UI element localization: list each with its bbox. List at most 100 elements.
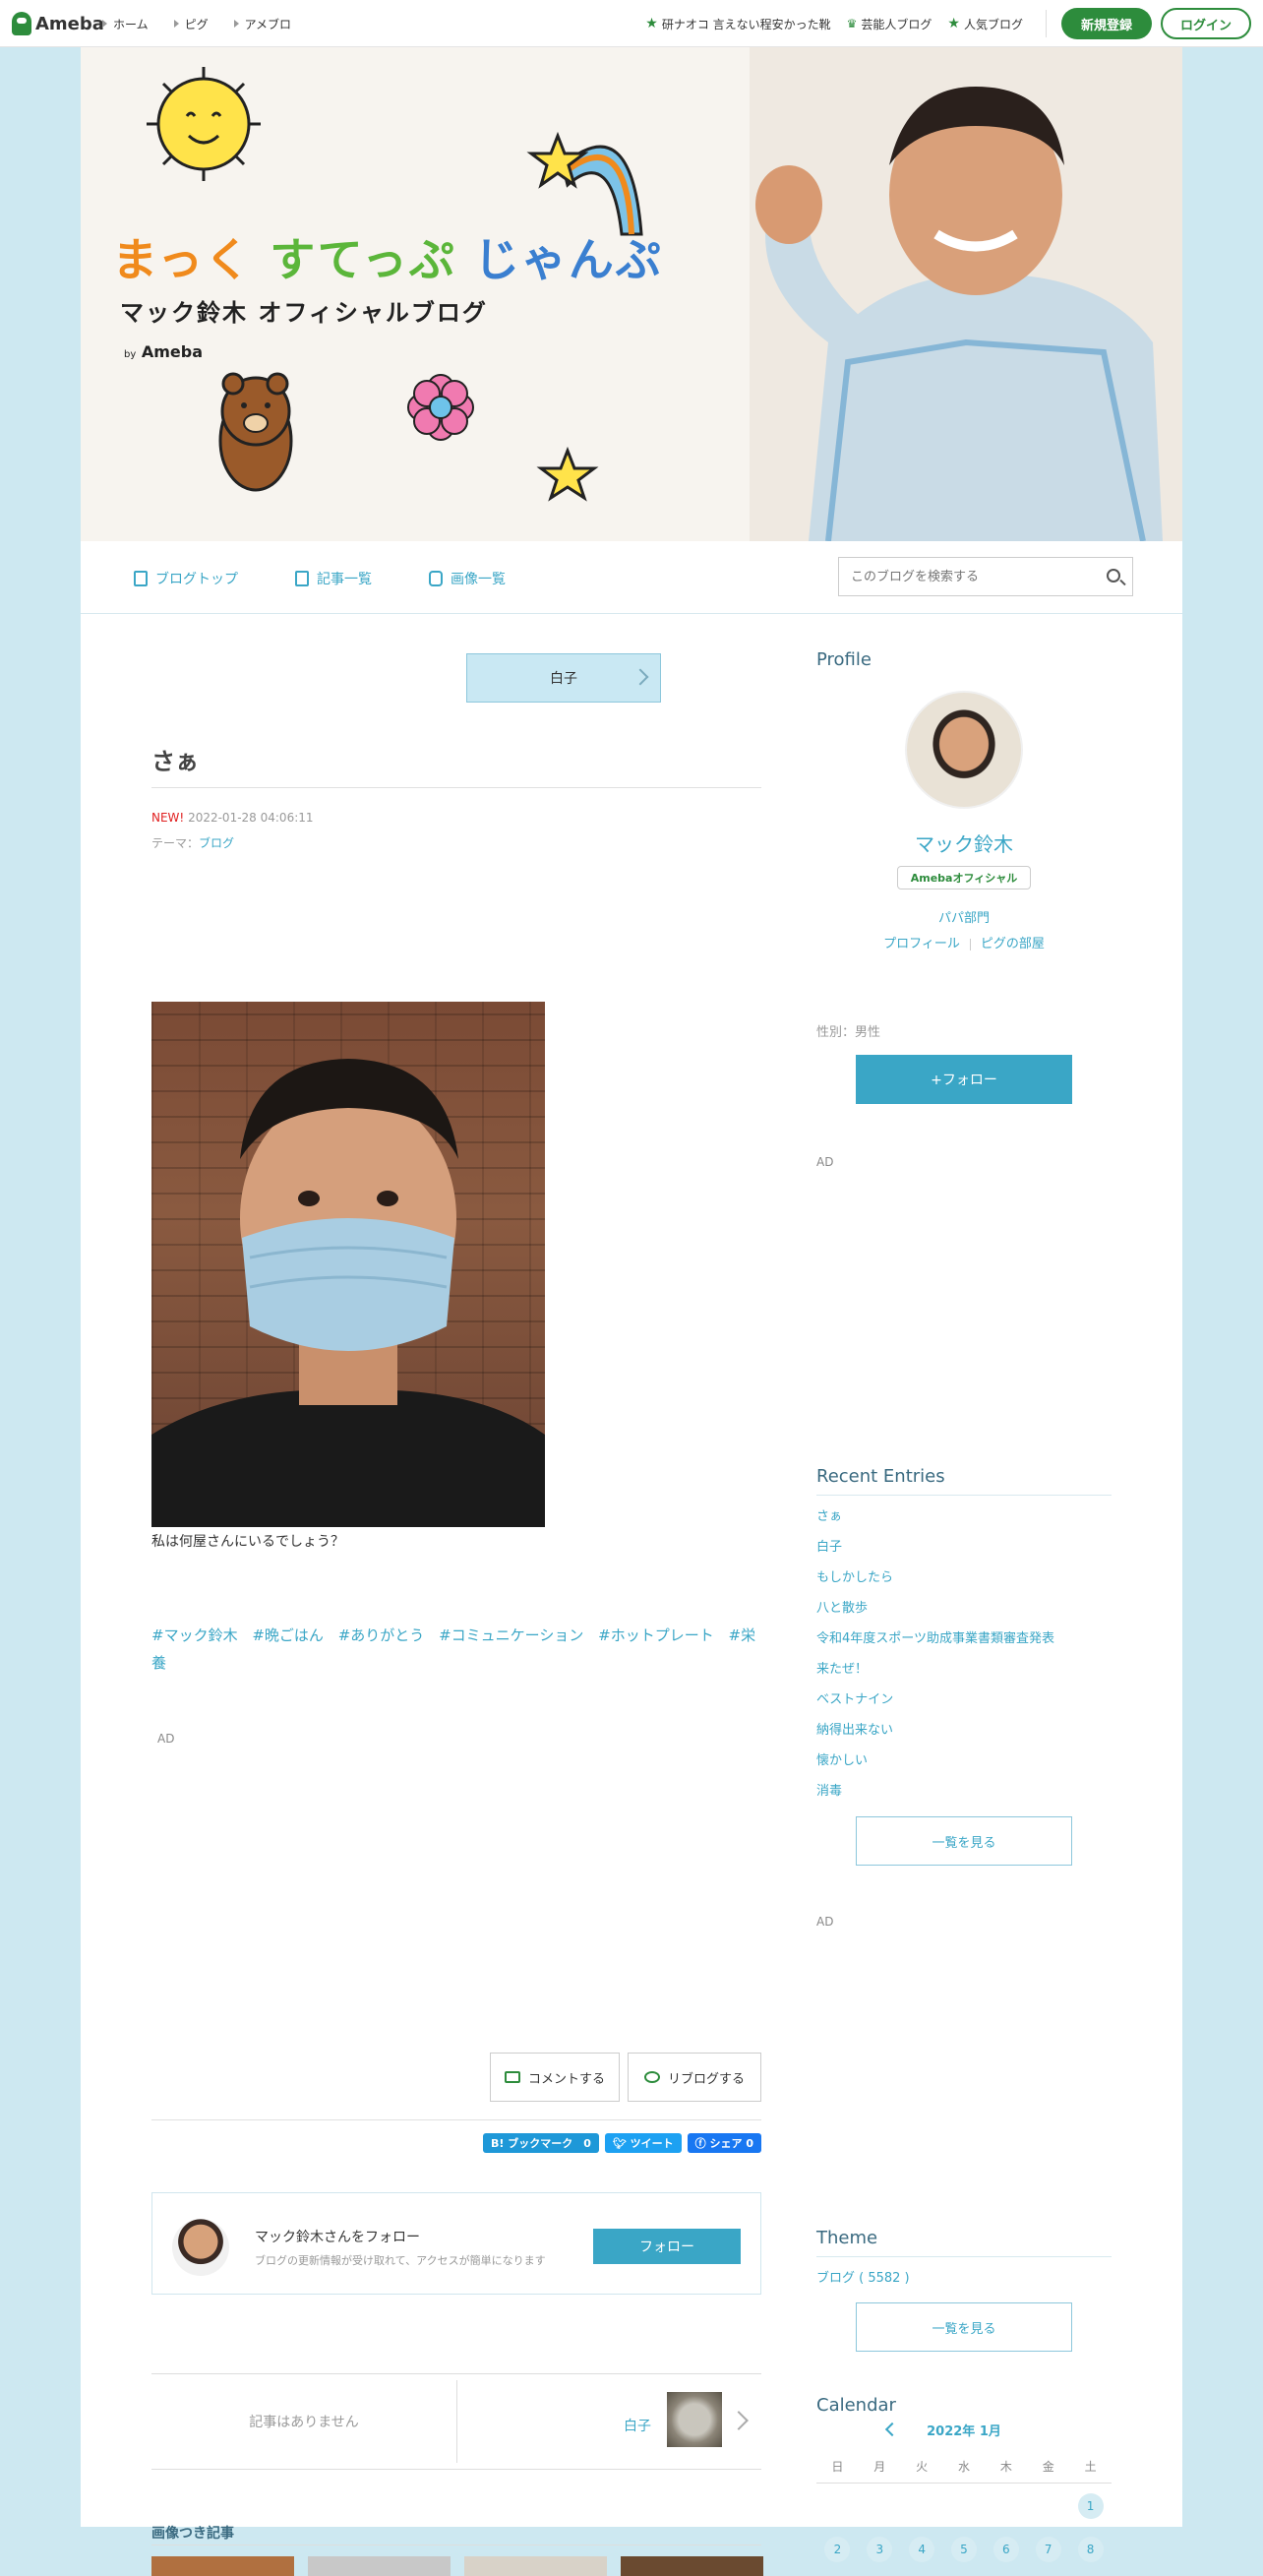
facebook-share-button[interactable]: ⓕ シェア 0 [687,2133,761,2153]
nav-ameblo[interactable]: アメブロ [233,16,291,32]
ameba-logo[interactable]: Ameba [12,11,104,36]
next-entry-button[interactable]: 白子 [466,653,661,703]
nav-blog-top[interactable]: ブログトップ [134,569,238,588]
calendar-day-empty [901,2493,943,2519]
hatena-bookmark-button[interactable]: B! ブックマーク 0 [482,2133,599,2153]
caret-right-icon [102,20,107,28]
entry-title[interactable]: さぁ [151,742,199,776]
hashtag-link[interactable]: #コミュニケーション [439,1626,583,1644]
chevron-left-icon[interactable] [884,2422,900,2437]
calendar-day[interactable]: 3 [867,2537,893,2562]
star-icon [536,446,599,502]
see-all-themes-button[interactable]: 一覧を見る [856,2302,1072,2352]
hashtag-link[interactable]: #晩ごはん [252,1626,324,1644]
recent-entry-link[interactable]: 令和4年度スポーツ助成事業書類審査発表 [816,1627,1112,1658]
calendar-day[interactable]: 4 [909,2537,935,2562]
comment-button[interactable]: コメントする [490,2053,620,2102]
ameba-mascot-icon [12,12,31,35]
entry-pager: 記事はありません 白子 [151,2373,761,2470]
divider [816,2256,1112,2257]
blog-container: まっく すてっぷ じゃんぷ マック鈴木 オフィシャルブログ by Ameba ブ… [81,47,1182,2576]
banner-title-part: じゃんぷ [473,233,663,286]
see-all-entries-button[interactable]: 一覧を見る [856,1816,1072,1866]
next-entry-link[interactable]: 白子 [624,2416,651,2435]
follow-button[interactable]: フォロー [593,2229,741,2264]
next-entry-label: 白子 [550,671,577,687]
hashtag-link[interactable]: #ありがとう [338,1626,425,1644]
calendar-day-empty [985,2493,1027,2519]
sidebar-follow-button[interactable]: +フォロー [856,1055,1072,1104]
banner-title-part: すてっぷ [270,233,456,286]
recent-entry-link[interactable]: さぁ [816,1505,1112,1536]
nav-label: ホーム [113,17,149,31]
calendar-day-cell: 5 [943,2537,986,2562]
comment-label: コメントする [527,2071,605,2087]
follow-box-title: マック鈴木さんをフォロー [255,2230,420,2245]
hashtag-link[interactable]: #マック鈴木 [151,1626,238,1644]
calendar-day[interactable]: 7 [1035,2537,1061,2562]
recent-entry-link[interactable]: 懐かしい [816,1749,1112,1780]
heading-text: Theme [816,2228,878,2248]
next-entry-thumbnail[interactable] [667,2392,722,2447]
calendar-day[interactable]: 8 [1077,2537,1104,2562]
recent-entry-link[interactable]: 来たぜ！ [816,1658,1112,1688]
pigg-room-link[interactable]: ピグの部屋 [981,937,1045,951]
recent-entry-link[interactable]: もしかしたら [816,1566,1112,1597]
article-thumbnail[interactable] [464,2556,607,2576]
calendar-day-cell: 8 [1069,2537,1112,2562]
facebook-share-label: シェア 0 [709,2137,753,2150]
profile-link[interactable]: プロフィール [883,937,960,951]
recent-entry-link[interactable]: 納得出来ない [816,1719,1112,1749]
chevron-right-icon[interactable] [729,2411,749,2430]
nav-entry-list[interactable]: 記事一覧 [295,569,372,588]
recent-entry-link[interactable]: ベストナイン [816,1688,1112,1719]
nav-home[interactable]: ホーム [102,16,149,32]
profile-name[interactable]: マック鈴木 [816,828,1112,857]
calendar-day[interactable]: 2 [824,2537,851,2562]
calendar-day-cell: 6 [985,2537,1027,2562]
tweet-button[interactable]: 🐦︎ ツイート [604,2133,682,2153]
featured-link-trending[interactable]: ★ 研ナオコ 言えない程安かった靴 [645,16,830,32]
camera-icon [429,571,443,586]
article-thumbnail[interactable] [308,2556,451,2576]
hashtag-link[interactable]: #ホットプレート [598,1626,714,1644]
theme-link[interactable]: ブログ ( 5582 ) [816,2267,910,2286]
chevron-right-icon [632,668,649,686]
follow-box: マック鈴木さんをフォロー ブログの更新情報が受け取れて、アクセスが簡単になります… [151,2192,761,2295]
reblog-button[interactable]: リブログする [628,2053,761,2102]
article-thumbnail[interactable] [151,2556,294,2576]
search-input[interactable] [839,559,1085,594]
calendar-week: 1 [816,2493,1112,2519]
recent-entry-link[interactable]: 消毒 [816,1780,1112,1810]
heading-text: Profile [816,649,872,670]
weekday-label: 土 [1084,2460,1097,2474]
weekday-label: 水 [958,2460,971,2474]
calendar-day-cell: 4 [901,2537,943,2562]
banner-title: まっく すてっぷ じゃんぷ [112,224,663,289]
calendar-day[interactable]: 5 [951,2537,977,2562]
nav-pigg[interactable]: ピグ [173,16,209,32]
featured-link-popular-blogs[interactable]: ★ 人気ブログ [947,16,1023,32]
entry-photo[interactable] [151,1002,545,1527]
search-icon[interactable] [1107,569,1120,583]
profile-category[interactable]: パパ部門 [816,907,1112,926]
calendar-month-nav: 2022年 1月 [816,2421,1112,2439]
login-button[interactable]: ログイン [1161,8,1251,39]
calendar-day[interactable]: 6 [992,2537,1019,2562]
caret-right-icon [173,20,179,28]
theme-link[interactable]: ブログ [199,836,234,850]
calendar-day[interactable]: 1 [1077,2493,1104,2519]
register-button[interactable]: 新規登録 [1061,8,1152,39]
nav-image-list[interactable]: 画像一覧 [429,569,506,588]
entry-meta: NEW! 2022-01-28 04:06:11 [151,811,314,825]
featured-link-celebrity-blogs[interactable]: ♛ 芸能人ブログ [847,16,932,32]
blog-header-banner[interactable]: まっく すてっぷ じゃんぷ マック鈴木 オフィシャルブログ by Ameba [81,47,1182,541]
avatar[interactable] [172,2219,229,2276]
calendar-day-cell: 7 [1027,2537,1069,2562]
avatar[interactable] [905,691,1023,809]
prev-entry-empty: 記事はありません [249,2415,359,2430]
recent-entry-link[interactable]: 八と散歩 [816,1597,1112,1627]
recent-entry-link[interactable]: 白子 [816,1536,1112,1566]
weekday-label: 月 [873,2460,886,2474]
article-thumbnail[interactable] [621,2556,763,2576]
